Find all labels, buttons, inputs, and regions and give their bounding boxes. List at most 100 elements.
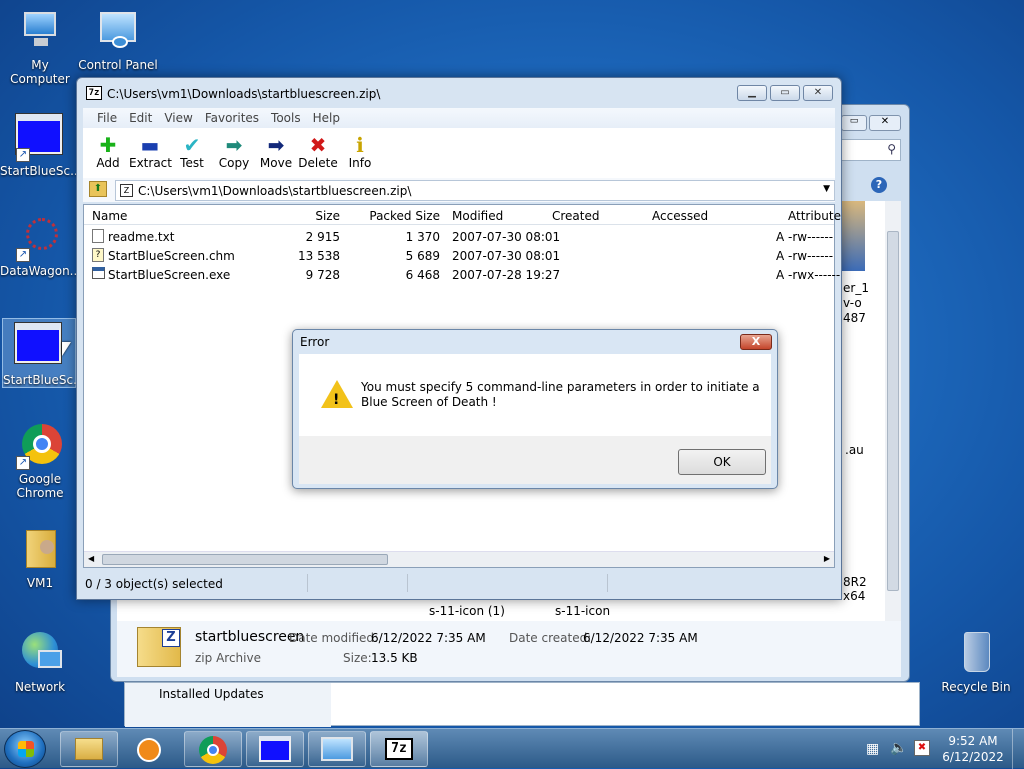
desktop-icon-datawagon[interactable]: ↗ DataWagon... xyxy=(0,214,81,278)
control-panel-icon xyxy=(94,8,142,56)
shortcut-arrow-icon: ↗ xyxy=(16,148,30,162)
menu-view[interactable]: View xyxy=(158,108,198,128)
menu-edit[interactable]: Edit xyxy=(123,108,158,128)
info-label: Info xyxy=(348,156,372,170)
menu-help[interactable]: Help xyxy=(307,108,346,128)
address-input[interactable]: Z C:\Users\vm1\Downloads\startbluescreen… xyxy=(115,180,835,201)
menu-tools[interactable]: Tools xyxy=(265,108,307,128)
info-button[interactable]: ℹ Info xyxy=(339,128,381,178)
action-center-icon[interactable]: ✖ xyxy=(914,740,930,756)
column-accessed[interactable]: Accessed xyxy=(652,209,708,223)
desktop-icon-vm1[interactable]: VM1 xyxy=(0,526,80,590)
zip-archive-icon: Z xyxy=(137,627,181,667)
table-row[interactable]: ? StartBlueScreen.chm 13 538 5 689 2007-… xyxy=(84,245,834,264)
taskbar-startbluescreen[interactable] xyxy=(246,731,304,767)
nav-item-installed-updates[interactable]: Installed Updates xyxy=(159,687,264,701)
scroll-right-icon[interactable]: ▶ xyxy=(824,554,830,563)
details-type: zip Archive xyxy=(195,651,261,665)
delete-button[interactable]: ✖ Delete xyxy=(297,128,339,178)
desktop-icon-label: Network xyxy=(14,680,66,694)
scroll-thumb[interactable] xyxy=(102,554,388,565)
file-packed: 6 468 xyxy=(405,268,440,282)
file-size: 13 538 xyxy=(298,249,340,263)
show-desktop-button[interactable] xyxy=(1012,729,1024,769)
desktop-icon-recycle-bin[interactable]: Recycle Bin xyxy=(936,630,1016,694)
media-player-icon xyxy=(137,738,161,762)
warning-exclamation: ! xyxy=(333,392,340,408)
volume-icon[interactable]: 🔈 xyxy=(890,740,907,756)
file-modified: 2007-07-30 08:01 xyxy=(452,249,561,263)
extract-button[interactable]: ▬ Extract xyxy=(129,128,172,178)
table-row[interactable]: StartBlueScreen.exe 9 728 6 468 2007-07-… xyxy=(84,264,840,283)
desktop-icon-control-panel[interactable]: Control Panel xyxy=(78,8,158,72)
network-icon[interactable]: ▦ xyxy=(866,741,879,757)
taskbar-control-panel[interactable] xyxy=(308,731,366,767)
address-bar: ⬆ Z C:\Users\vm1\Downloads\startbluescre… xyxy=(83,178,835,202)
taskbar-7zip[interactable]: 7z xyxy=(370,731,428,767)
dialog-title: Error xyxy=(300,335,330,349)
ok-button[interactable]: OK xyxy=(678,449,766,475)
clock-time[interactable]: 9:52 AM xyxy=(940,733,1006,749)
start-button[interactable] xyxy=(4,730,46,768)
file-attr: A -rwx------ xyxy=(776,268,841,282)
column-name[interactable]: Name xyxy=(92,209,127,223)
chevron-down-icon[interactable]: ▼ xyxy=(823,184,830,194)
desktop-icon-startbluescreen-1[interactable]: ↗ StartBlueSc... xyxy=(0,110,82,178)
windows-logo-icon xyxy=(18,741,34,757)
maximize-button[interactable]: ▭ xyxy=(841,115,867,131)
file-modified: 2007-07-28 19:27 xyxy=(452,268,561,282)
dialog-close-button[interactable]: X xyxy=(740,334,772,350)
details-name: startbluescreen xyxy=(195,629,305,645)
file-modified: 2007-07-30 08:01 xyxy=(452,230,561,244)
taskbar-explorer[interactable] xyxy=(60,731,118,767)
details-modified-label: Date modified: xyxy=(289,631,379,645)
shortcut-arrow-icon: ↗ xyxy=(16,456,30,470)
table-row[interactable]: readme.txt 2 915 1 370 2007-07-30 08:01 … xyxy=(84,226,834,245)
desktop-icon-google-chrome[interactable]: ↗ Google Chrome xyxy=(0,422,80,500)
clock-date[interactable]: 6/12/2022 xyxy=(940,749,1006,765)
copy-button[interactable]: ➡ Copy xyxy=(213,128,255,178)
maximize-button[interactable]: ▭ xyxy=(770,85,800,101)
minimize-button[interactable]: ▁ xyxy=(737,85,767,101)
status-bar: 0 / 3 object(s) selected xyxy=(83,572,835,596)
user-folder-icon xyxy=(16,526,64,574)
desktop-icon-network[interactable]: Network xyxy=(0,630,80,694)
scroll-left-icon[interactable]: ◀ xyxy=(88,554,94,563)
desktop-icon-label: StartBlueSc... xyxy=(0,164,82,178)
test-label: Test xyxy=(180,156,204,170)
desktop-icon-label: My Computer xyxy=(10,58,70,86)
move-button[interactable]: ➡ Move xyxy=(255,128,297,178)
help-icon[interactable]: ? xyxy=(871,177,887,193)
details-created-label: Date created: xyxy=(509,631,592,645)
details-size: 13.5 KB xyxy=(371,651,418,665)
menu-file[interactable]: File xyxy=(91,108,123,128)
column-modified[interactable]: Modified xyxy=(452,209,503,223)
close-button[interactable]: ✕ xyxy=(803,85,833,101)
add-label: Add xyxy=(96,156,120,170)
menu-favorites[interactable]: Favorites xyxy=(199,108,265,128)
recycle-bin-icon xyxy=(952,630,1000,678)
column-attribute[interactable]: Attribute xyxy=(788,209,841,223)
taskbar-chrome[interactable] xyxy=(184,731,242,767)
thumbnail-shield-icon xyxy=(841,201,865,271)
details-pane: Z startbluescreen zip Archive Date modif… xyxy=(117,621,901,677)
exe-file-icon xyxy=(92,267,105,279)
partial-file-label: 8R2 xyxy=(843,575,867,589)
vertical-scrollbar[interactable] xyxy=(885,201,901,621)
desktop-icon-my-computer[interactable]: My Computer xyxy=(0,8,80,86)
thumbnail-label: s-11-icon (1) xyxy=(429,604,505,618)
test-button[interactable]: ✔ Test xyxy=(171,128,213,178)
search-box[interactable]: ⚲ xyxy=(841,139,901,161)
add-button[interactable]: ✚ Add xyxy=(87,128,129,178)
file-attr: A -rw------ xyxy=(776,230,834,244)
taskbar: 7z ▦ 🔈 ✖ 9:52 AM 6/12/2022 xyxy=(0,728,1024,769)
file-name: StartBlueScreen.chm xyxy=(108,249,235,263)
column-size[interactable]: Size xyxy=(284,209,340,223)
error-dialog[interactable]: Error X ! You must specify 5 command-lin… xyxy=(292,329,778,489)
taskbar-media-player[interactable] xyxy=(122,731,180,767)
column-packed-size[interactable]: Packed Size xyxy=(352,209,440,223)
horizontal-scrollbar[interactable]: ◀ ▶ xyxy=(84,551,834,567)
close-button[interactable]: ✕ xyxy=(869,115,901,131)
column-created[interactable]: Created xyxy=(552,209,600,223)
up-folder-icon[interactable]: ⬆ xyxy=(89,181,107,197)
